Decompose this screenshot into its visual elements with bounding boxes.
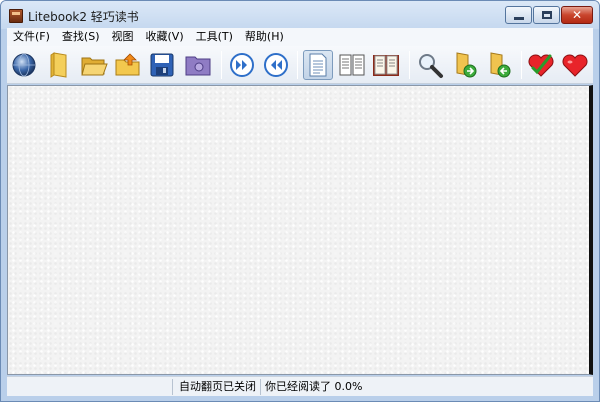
add-bookmark-heart-icon xyxy=(528,54,554,77)
reading-progress: 你已经阅读了 0.0% xyxy=(265,380,363,393)
prev-page-button[interactable] xyxy=(261,50,291,80)
app-window: Litebook2 轻巧读书 ✕ 文件(F) 查找(S) 视图 收藏(V) 工具… xyxy=(0,0,600,402)
bookmarks-button[interactable] xyxy=(560,50,590,80)
book-view-icon xyxy=(373,55,399,76)
library-icon xyxy=(50,52,67,78)
two-page-view-icon xyxy=(339,54,365,76)
menu-tools[interactable]: 工具(T) xyxy=(190,28,239,46)
bookmark-heart-icon xyxy=(562,54,588,77)
menu-bar: 文件(F) 查找(S) 视图 收藏(V) 工具(T) 帮助(H) xyxy=(7,28,593,46)
minimize-icon xyxy=(513,16,524,20)
save-button[interactable] xyxy=(147,50,177,80)
close-button[interactable]: ✕ xyxy=(561,6,593,24)
search-icon xyxy=(419,54,443,78)
reading-area[interactable] xyxy=(7,85,593,375)
single-page-view-button[interactable] xyxy=(303,50,333,80)
status-bar: 自动翻页已关闭 你已经阅读了 0.0% xyxy=(7,376,593,396)
next-page-button[interactable] xyxy=(227,50,257,80)
title-bar[interactable]: Litebook2 轻巧读书 ✕ xyxy=(1,1,599,29)
minimize-button[interactable] xyxy=(505,6,532,24)
two-page-view-button[interactable] xyxy=(337,50,367,80)
globe-button[interactable] xyxy=(9,50,39,80)
single-page-view-icon xyxy=(309,53,327,77)
menu-favorites[interactable]: 收藏(V) xyxy=(140,28,190,46)
folder-up-button[interactable] xyxy=(113,50,143,80)
maximize-icon xyxy=(541,11,552,19)
status-message xyxy=(7,379,173,395)
toolbar xyxy=(7,46,593,84)
folder-next-icon xyxy=(456,52,477,78)
purple-folder-icon xyxy=(185,56,211,76)
page-forward-icon xyxy=(230,53,254,77)
menu-view[interactable]: 视图 xyxy=(106,28,140,46)
folder-prev-icon xyxy=(490,52,511,78)
menu-file[interactable]: 文件(F) xyxy=(7,28,56,46)
close-icon: ✕ xyxy=(571,8,583,22)
app-book-icon[interactable] xyxy=(9,9,23,23)
add-bookmark-button[interactable] xyxy=(526,50,556,80)
prev-chapter-button[interactable] xyxy=(485,50,515,80)
toolbar-separator xyxy=(221,51,222,79)
next-chapter-button[interactable] xyxy=(451,50,481,80)
search-button[interactable] xyxy=(415,50,445,80)
toolbar-separator xyxy=(521,51,522,79)
auto-page-status: 自动翻页已关闭 xyxy=(177,379,261,395)
toolbar-separator xyxy=(409,51,410,79)
book-view-button[interactable] xyxy=(371,50,401,80)
globe-icon xyxy=(12,53,36,77)
menu-help[interactable]: 帮助(H) xyxy=(239,28,290,46)
options-button[interactable] xyxy=(183,50,213,80)
library-button[interactable] xyxy=(45,50,75,80)
folder-up-icon xyxy=(115,53,140,76)
maximize-button[interactable] xyxy=(533,6,560,24)
window-title: Litebook2 轻巧读书 xyxy=(28,10,139,24)
menu-find[interactable]: 查找(S) xyxy=(56,28,106,46)
open-button[interactable] xyxy=(79,50,109,80)
save-icon xyxy=(150,53,174,77)
page-back-icon xyxy=(264,53,288,77)
open-folder-icon xyxy=(81,57,108,76)
toolbar-separator xyxy=(297,51,298,79)
